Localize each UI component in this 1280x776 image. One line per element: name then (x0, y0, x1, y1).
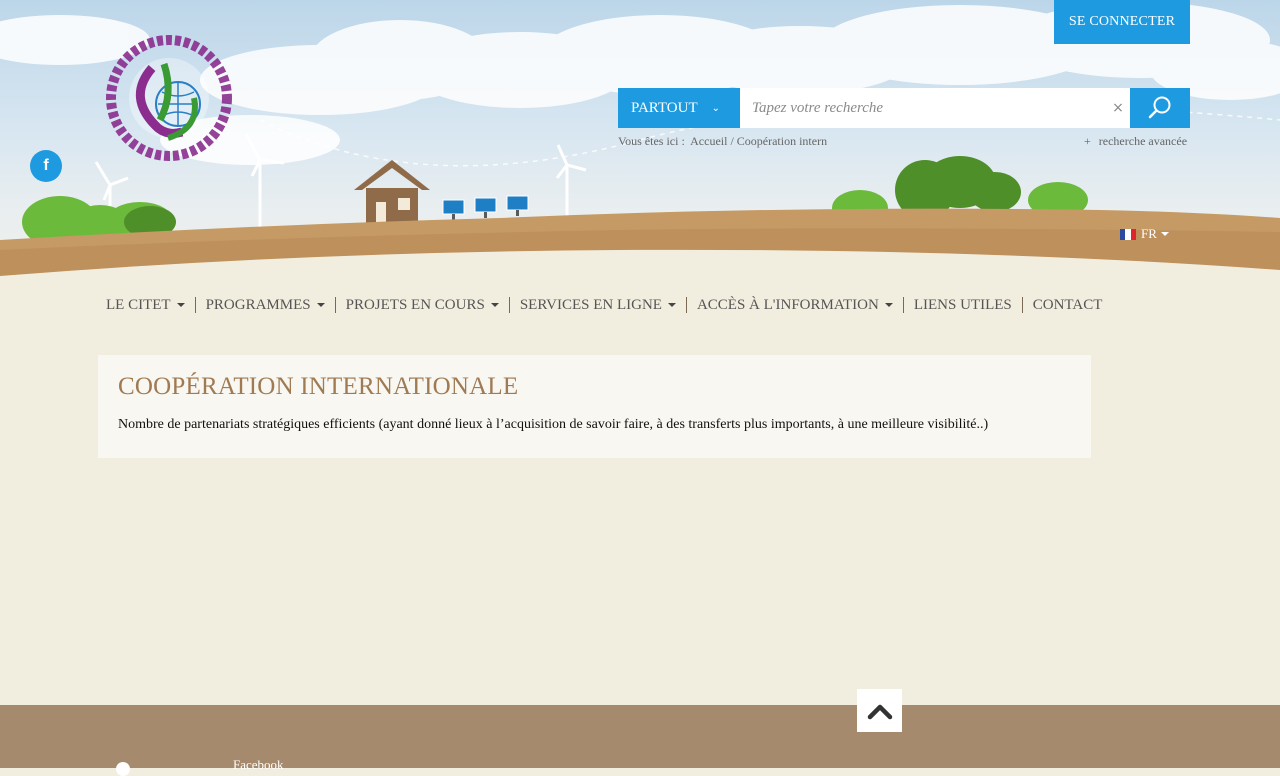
caret-down-icon (316, 303, 325, 307)
caret-down-icon (667, 303, 676, 307)
header-banner: f SE CONNECTER PARTOUT ⌄ × Vous êtes ici… (0, 0, 1280, 280)
page-description: Nombre de partenariats stratégiques effi… (118, 417, 989, 432)
clear-icon[interactable]: × (1106, 88, 1130, 128)
chevron-up-icon (867, 704, 892, 719)
advanced-search-link[interactable]: + recherche avancée (1084, 134, 1187, 149)
nav-item-label: LIENS UTILES (913, 296, 1012, 313)
nav-item-label: SERVICES EN LIGNE (519, 296, 662, 313)
caret-down-icon (176, 303, 185, 307)
caret-down-icon (490, 303, 499, 307)
nav-item-le-citet[interactable]: LE CITET (96, 297, 195, 314)
nav-item-label: LE CITET (106, 296, 171, 313)
footer-bullet-icon (116, 762, 130, 776)
page-title: COOPÉRATION INTERNATIONALE (118, 373, 519, 400)
nav-item-contact[interactable]: CONTACT (1023, 297, 1113, 314)
nav-item-label: PROGRAMMES (205, 296, 311, 313)
back-to-top-button[interactable] (857, 689, 902, 732)
nav-item-acces-information[interactable]: ACCÈS À L'INFORMATION (687, 297, 903, 314)
search-button[interactable] (1130, 88, 1190, 128)
footer (0, 705, 1280, 768)
nav-item-label: PROJETS EN COURS (345, 296, 485, 313)
caret-down-icon (884, 303, 893, 307)
language-selector[interactable]: FR (1120, 226, 1169, 242)
search-icon (1148, 96, 1171, 119)
content-card: COOPÉRATION INTERNATIONALE Nombre de par… (98, 355, 1091, 458)
breadcrumb-separator: / (730, 134, 734, 148)
search-input[interactable] (740, 88, 1106, 128)
breadcrumb: Vous êtes ici : Accueil / Coopération in… (618, 134, 827, 149)
citet-logo (106, 35, 232, 161)
nav-item-label: ACCÈS À L'INFORMATION (696, 296, 879, 313)
plus-icon: + (1084, 134, 1091, 148)
nav-item-programmes[interactable]: PROGRAMMES (196, 297, 335, 314)
breadcrumb-prefix: Vous êtes ici : (618, 134, 685, 148)
footer-facebook-link[interactable]: Facebook (233, 757, 284, 773)
nav-item-label: CONTACT (1032, 296, 1103, 313)
search-bar: PARTOUT ⌄ × (618, 88, 1190, 128)
breadcrumb-home-link[interactable]: Accueil (690, 134, 727, 148)
advanced-search-label: recherche avancée (1098, 134, 1188, 148)
search-scope-dropdown[interactable]: PARTOUT ⌄ (618, 88, 740, 128)
french-flag-icon (1120, 228, 1136, 240)
chevron-down-icon: ⌄ (711, 102, 721, 114)
search-scope-label: PARTOUT (631, 99, 698, 116)
login-button[interactable]: SE CONNECTER (1054, 0, 1190, 44)
nav-item-services-en-ligne[interactable]: SERVICES EN LIGNE (510, 297, 686, 314)
nav-item-liens-utiles[interactable]: LIENS UTILES (904, 297, 1022, 314)
facebook-icon[interactable]: f (30, 150, 62, 182)
caret-down-icon (1160, 232, 1169, 236)
nav-item-projets-en-cours[interactable]: PROJETS EN COURS (336, 297, 509, 314)
breadcrumb-current: Coopération intern (736, 134, 828, 148)
language-label: FR (1141, 226, 1157, 241)
main-navigation: LE CITET PROGRAMMES PROJETS EN COURS SER… (96, 296, 1112, 314)
